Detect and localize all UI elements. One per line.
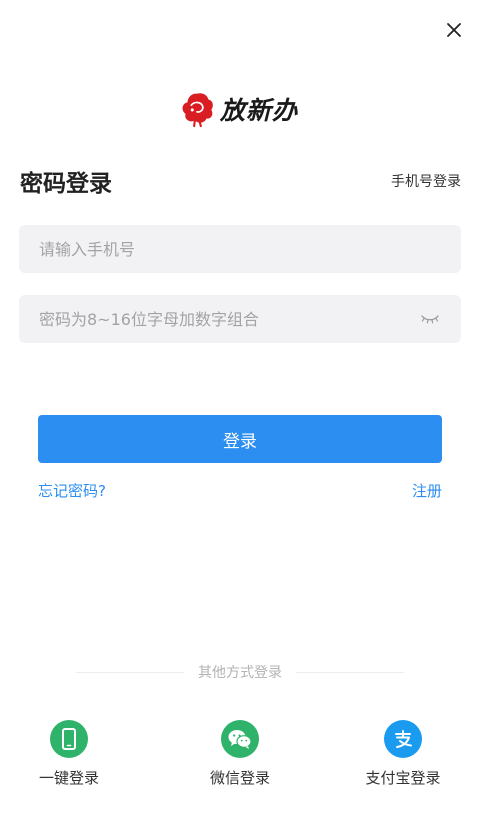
- phone-login-link[interactable]: 手机号登录: [391, 171, 461, 191]
- register-link[interactable]: 注册: [412, 480, 442, 501]
- password-field: [19, 295, 461, 343]
- phone-field: [19, 225, 461, 273]
- page-title: 密码登录: [20, 171, 112, 197]
- wechat-login-button[interactable]: 微信登录: [180, 720, 300, 788]
- one-click-login-button[interactable]: 一键登录: [9, 720, 129, 788]
- wechat-icon: [221, 720, 259, 758]
- login-button[interactable]: 登录: [38, 415, 442, 463]
- divider-line: [296, 671, 404, 673]
- divider-line: [76, 671, 184, 673]
- one-click-login-label: 一键登录: [38, 769, 99, 787]
- other-login-divider: 其他方式登录: [76, 662, 404, 682]
- alipay-login-button[interactable]: 支付宝登录: [343, 720, 463, 788]
- alipay-login-label: 支付宝登录: [365, 769, 441, 787]
- password-input[interactable]: [39, 295, 419, 343]
- phone-input[interactable]: [39, 225, 441, 273]
- wechat-login-label: 微信登录: [209, 769, 270, 787]
- app-logo-text: 放新办: [220, 96, 299, 125]
- close-button[interactable]: [440, 16, 468, 44]
- app-logo-icon: [182, 93, 213, 128]
- login-screen: 放新办 密码登录 手机号登录 登录 忘记密码? 注册 其他方式登录 一键登录: [0, 0, 480, 836]
- eye-closed-icon: [421, 315, 439, 324]
- app-logo: 放新办: [178, 88, 308, 130]
- alipay-icon: [384, 720, 422, 758]
- close-icon: [447, 23, 461, 37]
- phone-icon: [50, 720, 88, 758]
- other-login-label: 其他方式登录: [198, 665, 282, 681]
- forgot-password-link[interactable]: 忘记密码?: [38, 480, 106, 501]
- password-visibility-toggle[interactable]: [419, 312, 441, 326]
